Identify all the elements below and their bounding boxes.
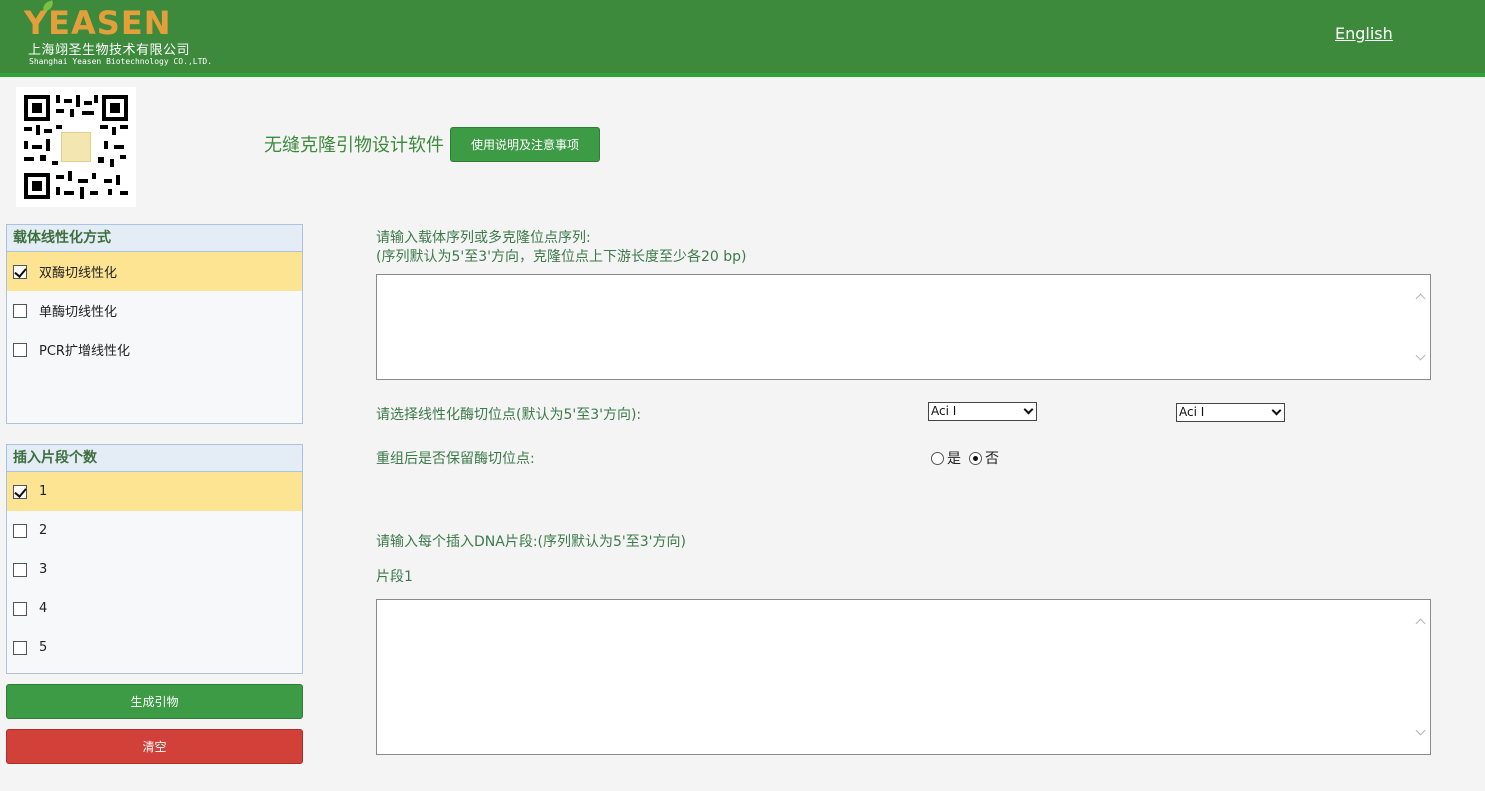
option-label: 5 [39,640,48,655]
retain-no-radio[interactable] [969,451,982,465]
retain-yes-radio[interactable] [931,451,944,465]
scroll-up-icon[interactable] [1415,618,1426,629]
option-label: 3 [39,562,48,577]
chevron-down-icon [1023,404,1034,415]
option-pcr-amplification[interactable]: PCR扩增线性化 [7,330,302,369]
checkbox-icon[interactable] [13,342,27,357]
enzyme-site-label: 请选择线性化酶切位点(默认为5'至3'方向): [376,407,642,423]
checkbox-icon[interactable] [13,523,27,538]
option-label: 单酶切线性化 [39,305,118,320]
option-insert-1[interactable]: 1 [7,472,302,511]
retain-site-label: 重组后是否保留酶切位点: [376,451,535,467]
enzyme-site-2-value: Aci I [1179,405,1205,419]
vector-textarea-scrollbar[interactable] [1412,275,1430,379]
checkbox-icon[interactable] [13,303,27,318]
instructions-button[interactable]: 使用说明及注意事项 [450,127,600,162]
option-insert-2[interactable]: 2 [7,511,302,550]
vector-sequence-hint: (序列默认为5'至3'方向，克隆位点上下游长度至少各20 bp) [376,249,747,265]
fragment-1-textarea[interactable] [376,599,1431,755]
option-label: 双酶切线性化 [39,266,118,281]
checkbox-checked-icon[interactable] [13,264,27,279]
fragment-textarea-scrollbar[interactable] [1412,600,1430,754]
checkbox-checked-icon[interactable] [13,484,27,499]
insert-fragments-label: 请输入每个插入DNA片段:(序列默认为5'至3'方向) [376,534,686,550]
option-insert-4[interactable]: 4 [7,589,302,628]
insert-count-heading: 插入片段个数 [7,445,302,472]
clear-button[interactable]: 清空 [6,729,303,764]
checkbox-icon[interactable] [13,562,27,577]
option-insert-5[interactable]: 5 [7,628,302,667]
option-single-digest[interactable]: 单酶切线性化 [7,291,302,330]
generate-primers-button[interactable]: 生成引物 [6,684,303,719]
checkbox-icon[interactable] [13,640,27,655]
scroll-down-icon[interactable] [1415,725,1426,736]
enzyme-site-1-value: Aci I [931,404,957,418]
retain-no-label: 否 [985,451,999,467]
insert-count-panel: 插入片段个数 1 2 3 4 5 [6,444,303,674]
enzyme-site-1-select[interactable]: Aci I [928,402,1037,421]
yeasen-logo[interactable]: YEASEN 上海翊圣生物技术有限公司 Shanghai Yeasen Biot… [24,0,224,72]
linearization-heading: 载体线性化方式 [7,225,302,252]
fragment-1-label: 片段1 [376,569,413,585]
option-label: 1 [39,484,48,499]
option-label: PCR扩增线性化 [39,344,130,359]
option-label: 4 [39,601,48,616]
vector-sequence-label: 请输入载体序列或多克隆位点序列: [376,230,591,246]
linearization-method-panel: 载体线性化方式 双酶切线性化 单酶切线性化 PCR扩增线性化 [6,224,303,424]
company-name-en: Shanghai Yeasen Biotechnology CO.,LTD. [29,57,213,66]
chevron-down-icon [1271,405,1282,416]
qr-code [16,87,136,207]
logo-wordmark: YEASEN [24,4,172,42]
vector-sequence-textarea[interactable] [376,274,1431,380]
enzyme-site-2-select[interactable]: Aci I [1176,403,1285,422]
retain-yes-label: 是 [947,451,961,467]
qr-logo-center [61,132,91,162]
company-name-cn: 上海翊圣生物技术有限公司 [28,43,191,58]
page-title: 无缝克隆引物设计软件 [264,135,444,156]
checkbox-icon[interactable] [13,601,27,616]
scroll-down-icon[interactable] [1415,350,1426,361]
option-label: 2 [39,523,48,538]
option-double-digest[interactable]: 双酶切线性化 [7,252,302,291]
english-language-link[interactable]: English [1335,24,1393,43]
header-bar: YEASEN 上海翊圣生物技术有限公司 Shanghai Yeasen Biot… [0,0,1485,77]
retain-site-radio-group: 是 否 [931,448,1007,468]
option-insert-3[interactable]: 3 [7,550,302,589]
scroll-up-icon[interactable] [1415,293,1426,304]
